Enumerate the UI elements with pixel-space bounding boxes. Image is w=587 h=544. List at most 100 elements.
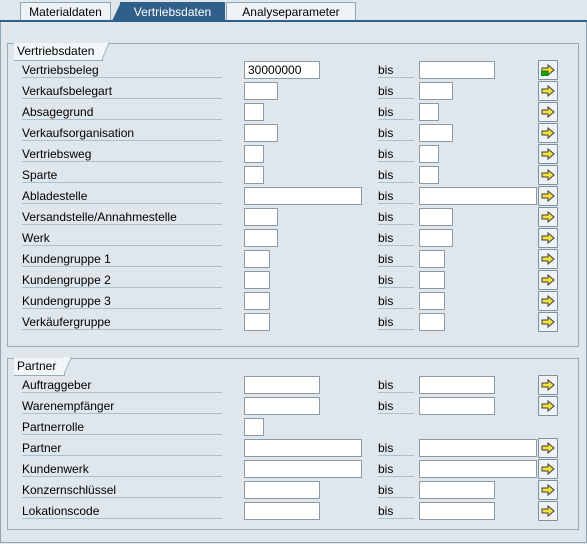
vertrieb-label: Kundengruppe 2 xyxy=(22,272,222,288)
vertrieb-multiple-selection-button[interactable] xyxy=(538,207,558,227)
vertrieb-from-input[interactable] xyxy=(244,292,270,310)
partner-to-input[interactable] xyxy=(419,481,495,499)
vertrieb-from-input[interactable] xyxy=(244,166,264,184)
vertrieb-from-input[interactable] xyxy=(244,229,278,247)
multiple-selection-icon xyxy=(541,211,555,223)
vertrieb-label: Kundengruppe 3 xyxy=(22,293,222,309)
vertrieb-multiple-selection-button[interactable] xyxy=(538,228,558,248)
partner-from-input[interactable] xyxy=(244,397,320,415)
partner-label: Auftraggeber xyxy=(22,377,222,393)
multiple-selection-icon xyxy=(541,106,555,118)
multiple-selection-icon xyxy=(541,316,555,328)
partner-label: Partnerrolle xyxy=(22,419,222,435)
vertrieb-from-input[interactable] xyxy=(244,61,320,79)
vertrieb-to-input[interactable] xyxy=(419,61,495,79)
vertrieb-label: Verkaufsbelegart xyxy=(22,83,222,99)
vertrieb-bis-label: bis xyxy=(378,230,414,246)
vertrieb-bis-label: bis xyxy=(378,83,414,99)
multiple-selection-icon xyxy=(541,484,555,496)
vertrieb-from-input[interactable] xyxy=(244,124,278,142)
vertrieb-label: Abladestelle xyxy=(22,188,222,204)
vertrieb-to-input[interactable] xyxy=(419,166,439,184)
partner-bis-label: bis xyxy=(378,461,414,477)
multiple-selection-icon xyxy=(541,379,555,391)
vertrieb-label: Verkäufergruppe xyxy=(22,314,222,330)
vertrieb-from-input[interactable] xyxy=(244,271,270,289)
partner-from-input[interactable] xyxy=(244,502,320,520)
partner-multiple-selection-button[interactable] xyxy=(538,438,558,458)
multiple-selection-icon xyxy=(541,400,555,412)
partner-from-input[interactable] xyxy=(244,460,362,478)
partner-to-input[interactable] xyxy=(419,397,495,415)
partner-multiple-selection-button[interactable] xyxy=(538,480,558,500)
vertrieb-label: Versandstelle/Annahmestelle xyxy=(22,209,222,225)
partner-multiple-selection-button[interactable] xyxy=(538,375,558,395)
multiple-selection-icon xyxy=(541,148,555,160)
partner-label: Kundenwerk xyxy=(22,461,222,477)
vertrieb-to-input[interactable] xyxy=(419,208,453,226)
multiple-selection-icon xyxy=(541,295,555,307)
tab-vertriebsdaten[interactable]: Vertriebsdaten xyxy=(112,2,225,21)
vertrieb-to-input[interactable] xyxy=(419,103,439,121)
vertrieb-multiple-selection-button[interactable] xyxy=(538,291,558,311)
partner-from-input[interactable] xyxy=(244,376,320,394)
multiple-selection-icon xyxy=(541,169,555,181)
vertrieb-to-input[interactable] xyxy=(419,145,439,163)
vertrieb-bis-label: bis xyxy=(378,209,414,225)
partner-label: Warenempfänger xyxy=(22,398,222,414)
vertrieb-bis-label: bis xyxy=(378,272,414,288)
vertrieb-from-input[interactable] xyxy=(244,145,264,163)
vertrieb-to-input[interactable] xyxy=(419,187,537,205)
multiple-selection-icon xyxy=(541,442,555,454)
vertrieb-multiple-selection-button[interactable] xyxy=(538,102,558,122)
vertrieb-from-input[interactable] xyxy=(244,313,270,331)
vertrieb-from-input[interactable] xyxy=(244,208,278,226)
vertrieb-to-input[interactable] xyxy=(419,271,445,289)
partner-multiple-selection-button[interactable] xyxy=(538,501,558,521)
partner-from-input[interactable] xyxy=(244,439,362,457)
vertrieb-bis-label: bis xyxy=(378,125,414,141)
vertrieb-label: Vertriebsbeleg xyxy=(22,62,222,78)
tab-strip: Materialdaten Vertriebsdaten Analysepara… xyxy=(0,0,587,22)
tab-analyseparameter[interactable]: Analyseparameter xyxy=(226,2,356,20)
vertrieb-to-input[interactable] xyxy=(419,250,445,268)
multiple-selection-icon xyxy=(541,505,555,517)
vertrieb-multiple-selection-button[interactable] xyxy=(538,165,558,185)
vertrieb-to-input[interactable] xyxy=(419,313,445,331)
vertrieb-to-input[interactable] xyxy=(419,229,453,247)
multiple-selection-icon xyxy=(541,274,555,286)
vertrieb-label: Kundengruppe 1 xyxy=(22,251,222,267)
vertrieb-to-input[interactable] xyxy=(419,292,445,310)
vertrieb-multiple-selection-button[interactable] xyxy=(538,312,558,332)
vertrieb-from-input[interactable] xyxy=(244,250,270,268)
multiple-selection-active-icon xyxy=(541,64,555,76)
partner-bis-label: bis xyxy=(378,440,414,456)
partner-to-input[interactable] xyxy=(419,502,495,520)
partner-bis-label: bis xyxy=(378,377,414,393)
vertrieb-multiple-selection-button[interactable] xyxy=(538,81,558,101)
vertrieb-to-input[interactable] xyxy=(419,124,453,142)
vertrieb-multiple-selection-button[interactable] xyxy=(538,144,558,164)
vertrieb-from-input[interactable] xyxy=(244,82,278,100)
vertrieb-label: Werk xyxy=(22,230,222,246)
partner-to-input[interactable] xyxy=(419,439,537,457)
multiple-selection-icon xyxy=(541,85,555,97)
partner-multiple-selection-button[interactable] xyxy=(538,396,558,416)
partner-from-input[interactable] xyxy=(244,418,264,436)
partner-multiple-selection-button[interactable] xyxy=(538,459,558,479)
vertrieb-from-input[interactable] xyxy=(244,103,264,121)
multiple-selection-icon xyxy=(541,127,555,139)
multiple-selection-icon xyxy=(541,463,555,475)
partner-to-input[interactable] xyxy=(419,460,537,478)
vertrieb-to-input[interactable] xyxy=(419,82,453,100)
vertrieb-multiple-selection-button[interactable] xyxy=(538,123,558,143)
partner-from-input[interactable] xyxy=(244,481,320,499)
partner-to-input[interactable] xyxy=(419,376,495,394)
vertrieb-multiple-selection-button[interactable] xyxy=(538,60,558,80)
vertrieb-from-input[interactable] xyxy=(244,187,362,205)
partner-label: Partner xyxy=(22,440,222,456)
vertrieb-multiple-selection-button[interactable] xyxy=(538,249,558,269)
vertrieb-multiple-selection-button[interactable] xyxy=(538,186,558,206)
vertrieb-multiple-selection-button[interactable] xyxy=(538,270,558,290)
tab-materialdaten[interactable]: Materialdaten xyxy=(20,2,111,20)
